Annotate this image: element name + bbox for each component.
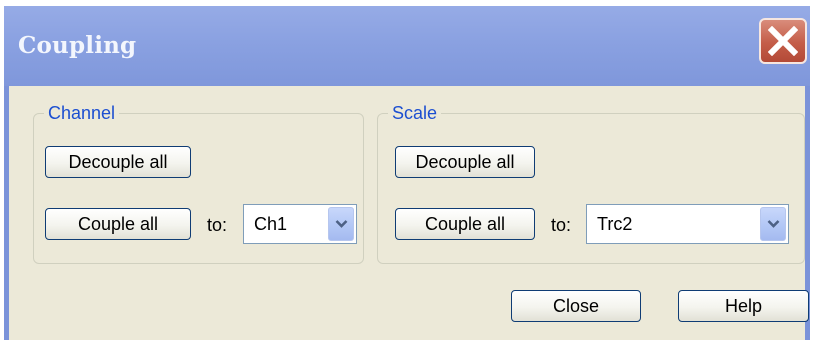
channel-couple-all-button[interactable]: Couple all [45,208,191,240]
dialog-title: Coupling [18,32,137,59]
close-window-button[interactable] [759,18,807,64]
chevron-down-icon [767,220,780,228]
channel-dropdown-button[interactable] [328,207,354,241]
channel-decouple-all-button[interactable]: Decouple all [45,146,191,178]
scale-couple-all-button[interactable]: Couple all [395,208,535,240]
help-button[interactable]: Help [678,290,809,322]
scale-selected-value: Trc2 [597,214,633,234]
scale-couple-target-select[interactable]: Trc2 [586,204,789,244]
close-x-icon [768,26,798,56]
channel-group-title: Channel [44,103,120,123]
channel-to-label: to: [207,215,228,235]
coupling-dialog: Coupling Channel Decouple all Couple all… [4,6,810,340]
dialog-client-area: Channel Decouple all Couple all to: Ch1 … [9,86,809,340]
close-button[interactable]: Close [511,290,641,322]
title-bar[interactable]: Coupling [4,6,810,86]
scale-decouple-all-button[interactable]: Decouple all [395,146,535,178]
scale-dropdown-button[interactable] [760,207,786,241]
channel-couple-target-select[interactable]: Ch1 [243,204,357,244]
scale-to-label: to: [551,215,572,235]
chevron-down-icon [335,220,348,228]
scale-group-title: Scale [388,103,442,123]
channel-selected-value: Ch1 [254,214,288,234]
